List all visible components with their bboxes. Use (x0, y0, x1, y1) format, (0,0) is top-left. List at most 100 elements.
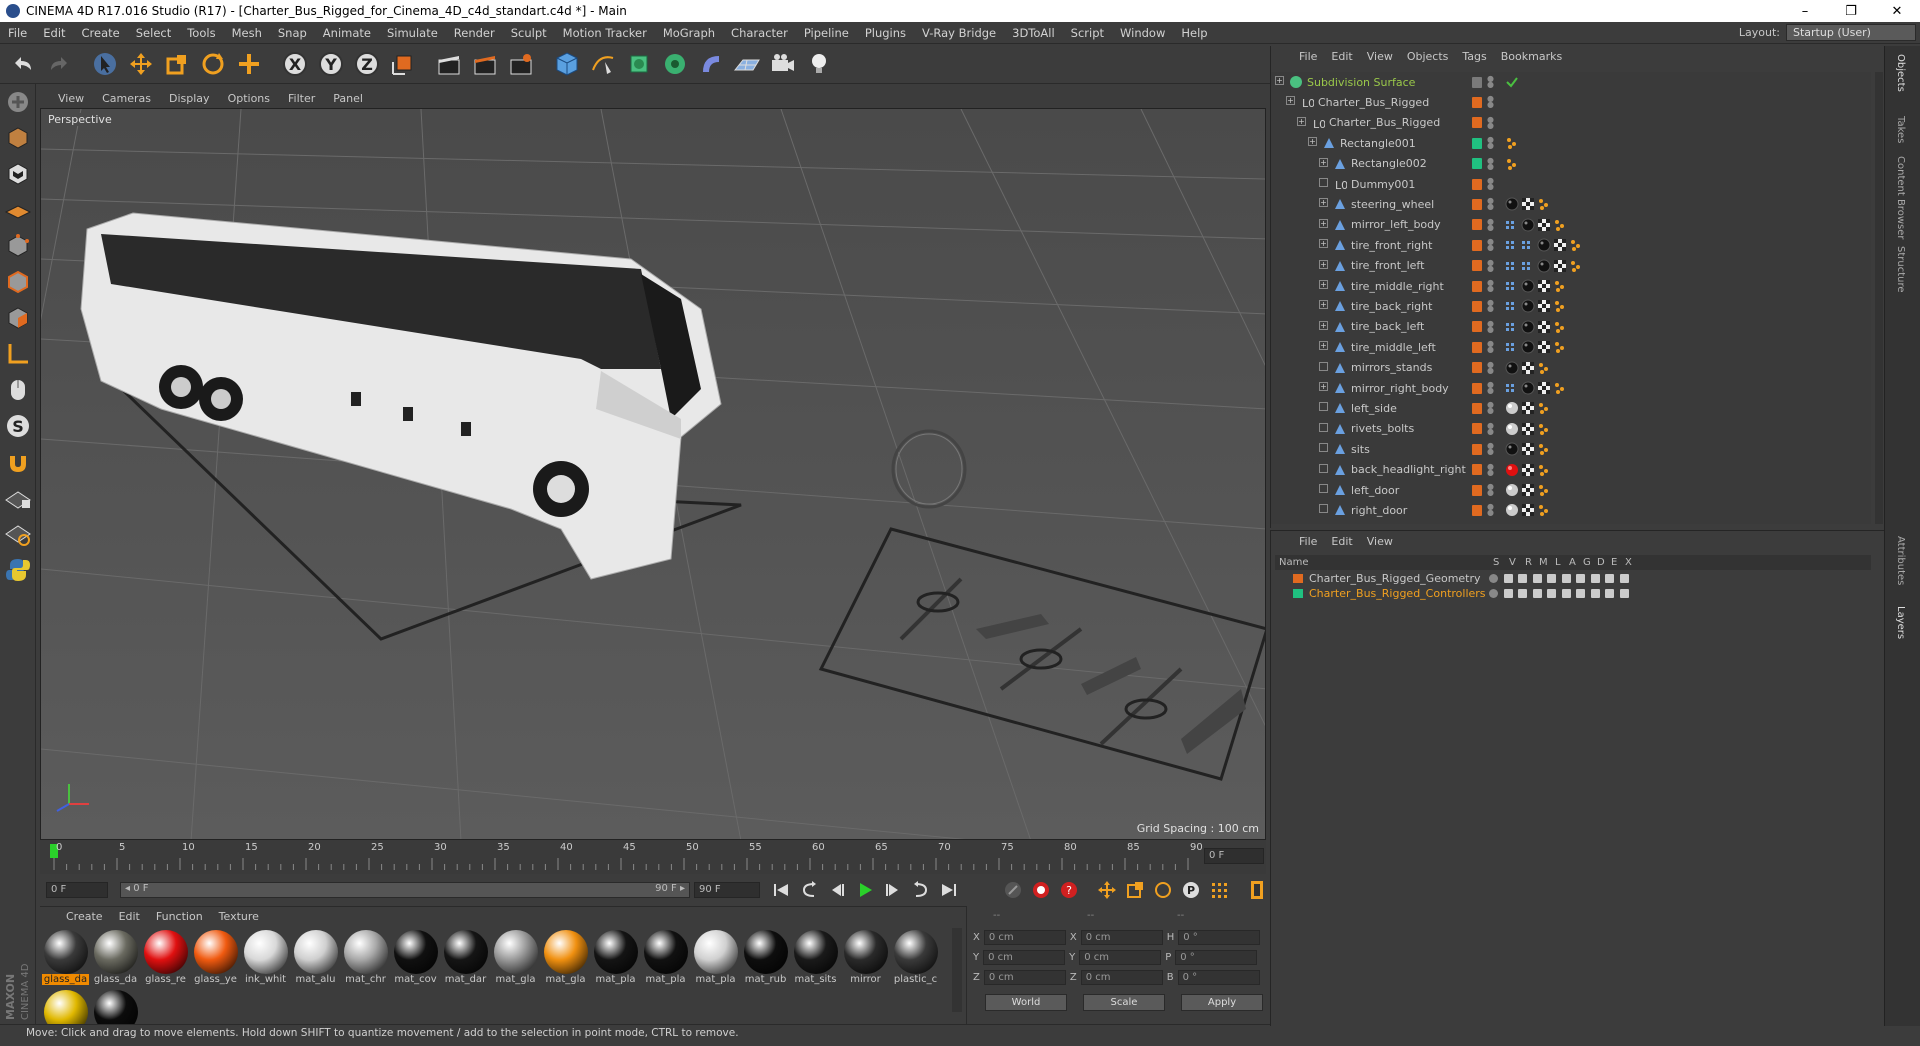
visibility-dots[interactable]: ●● (1487, 239, 1494, 251)
material-swatch[interactable]: mat_cov (392, 928, 439, 986)
material-swatch[interactable]: plastic_c (892, 928, 939, 986)
visibility-dots[interactable]: ●● (1487, 402, 1494, 414)
visibility-dots[interactable]: ●● (1487, 321, 1494, 333)
visibility-dots[interactable]: ●● (1487, 382, 1494, 394)
scale-tool-button[interactable] (160, 47, 194, 81)
material-swatch[interactable]: mat_chr (342, 928, 389, 986)
material-swatch[interactable]: mat_gla (492, 928, 539, 986)
xpresso-tag-icon[interactable] (1569, 259, 1583, 273)
model-mode-button[interactable] (0, 120, 36, 156)
coordinate-system-button[interactable] (386, 47, 420, 81)
layer-toggle-icon[interactable] (1533, 574, 1542, 583)
uvw-tag-icon[interactable] (1537, 299, 1551, 313)
floor-button[interactable] (730, 47, 764, 81)
material-tag-icon[interactable] (1537, 259, 1551, 273)
uvw-tag-icon[interactable] (1537, 340, 1551, 354)
layer-toggle-icon[interactable] (1562, 574, 1571, 583)
menu-help[interactable]: Help (1173, 26, 1215, 40)
object-row[interactable]: +tire_front_left●● (1271, 256, 1871, 276)
selection-tag-icon[interactable] (1521, 259, 1535, 273)
layer-color-tag[interactable] (1472, 97, 1482, 108)
menu-tools[interactable]: Tools (179, 26, 223, 40)
object-row[interactable]: +steering_wheel●● (1271, 194, 1871, 214)
object-row[interactable]: +tire_back_left●● (1271, 317, 1871, 337)
uvw-tag-icon[interactable] (1537, 279, 1551, 293)
size-y-field[interactable]: 0 cm (1079, 950, 1161, 965)
layer-color-tag[interactable] (1472, 423, 1482, 434)
x-axis-lock-button[interactable]: X (278, 47, 312, 81)
object-row[interactable]: right_door●● (1271, 500, 1871, 520)
object-row[interactable]: +L0Charter_Bus_Rigged●● (1271, 92, 1871, 112)
layer-color-tag[interactable] (1472, 260, 1482, 271)
light-button[interactable] (802, 47, 836, 81)
material-tag-icon[interactable] (1505, 197, 1519, 211)
menu-character[interactable]: Character (723, 26, 796, 40)
objects-menu-edit[interactable]: Edit (1331, 50, 1352, 63)
layer-color-tag[interactable] (1472, 219, 1482, 230)
layer-color-tag[interactable] (1472, 362, 1482, 373)
menu-simulate[interactable]: Simulate (379, 26, 446, 40)
current-frame-field[interactable]: 0 F (1204, 848, 1264, 864)
y-axis-lock-button[interactable]: Y (314, 47, 348, 81)
subdivision-surface-button[interactable] (622, 47, 656, 81)
camera-button[interactable] (766, 47, 800, 81)
axis-mode-button[interactable] (0, 336, 36, 372)
layer-color-tag[interactable] (1472, 199, 1482, 210)
objects-menu-bookmarks[interactable]: Bookmarks (1501, 50, 1562, 63)
keyframe-parameter-button[interactable]: P (1178, 877, 1204, 903)
workplane-snap-button[interactable] (0, 516, 36, 552)
perspective-viewport[interactable]: Perspective Grid Spacing : 100 cm (40, 108, 1266, 840)
object-row[interactable]: sits●● (1271, 439, 1871, 459)
object-row[interactable]: +L0Charter_Bus_Rigged●● (1271, 113, 1871, 133)
visibility-dots[interactable]: ●● (1487, 484, 1494, 496)
object-row[interactable]: +tire_middle_left●● (1271, 337, 1871, 357)
layer-toggle-icon[interactable] (1605, 589, 1614, 598)
material-swatch[interactable]: mat_sits (792, 928, 839, 986)
selection-tag-icon[interactable] (1505, 320, 1519, 334)
xpresso-tag-icon[interactable] (1537, 361, 1551, 375)
object-row[interactable]: left_door●● (1271, 480, 1871, 500)
object-row[interactable]: +mirror_left_body●● (1271, 215, 1871, 235)
uvw-tag-icon[interactable] (1537, 218, 1551, 232)
points-mode-button[interactable] (0, 228, 36, 264)
objects-menu-tags[interactable]: Tags (1462, 50, 1486, 63)
layer-toggle-icon[interactable] (1576, 574, 1585, 583)
uvw-tag-icon[interactable] (1521, 463, 1535, 477)
tree-expander[interactable]: + (1275, 76, 1284, 85)
material-tag-icon[interactable] (1537, 238, 1551, 252)
layer-row[interactable]: Charter_Bus_Rigged_Geometry (1275, 571, 1871, 586)
menu-edit[interactable]: Edit (35, 26, 73, 40)
menu-create[interactable]: Create (74, 26, 128, 40)
material-tag-icon[interactable] (1505, 503, 1519, 517)
keyframe-pla-button[interactable] (1206, 877, 1232, 903)
go-to-end-button[interactable] (936, 877, 962, 903)
material-swatch[interactable]: mat_pla (642, 928, 689, 986)
snap-button[interactable]: S (0, 408, 36, 444)
xpresso-tag-icon[interactable] (1537, 197, 1551, 211)
z-axis-lock-button[interactable]: Z (350, 47, 384, 81)
checkmark-icon[interactable] (1505, 75, 1519, 89)
tree-expander[interactable]: + (1319, 219, 1328, 228)
material-swatch[interactable]: mat_rub (742, 928, 789, 986)
material-swatch[interactable]: glass_da (92, 928, 139, 986)
move-tool-button[interactable] (124, 47, 158, 81)
redo-button[interactable] (42, 47, 76, 81)
minimize-button[interactable]: – (1782, 0, 1828, 22)
uvw-tag-icon[interactable] (1553, 238, 1567, 252)
layer-toggle-icon[interactable] (1504, 574, 1513, 583)
layer-toggle-icon[interactable] (1591, 574, 1600, 583)
apply-button[interactable]: Apply (1181, 994, 1263, 1011)
visibility-dots[interactable]: ●● (1487, 178, 1494, 190)
previous-key-button[interactable] (796, 877, 822, 903)
uvw-tag-icon[interactable] (1521, 401, 1535, 415)
texture-mode-button[interactable] (0, 156, 36, 192)
close-button[interactable]: ✕ (1874, 0, 1920, 22)
tree-expander[interactable]: + (1308, 137, 1317, 146)
material-swatch[interactable]: mirror (842, 928, 889, 986)
material-tag-icon[interactable] (1505, 401, 1519, 415)
objects-menu-objects[interactable]: Objects (1407, 50, 1449, 63)
tree-expander[interactable]: + (1319, 280, 1328, 289)
layer-color-tag[interactable] (1472, 158, 1482, 169)
position-y-field[interactable]: 0 cm (983, 950, 1065, 965)
layer-toggle-icon[interactable] (1489, 589, 1498, 598)
